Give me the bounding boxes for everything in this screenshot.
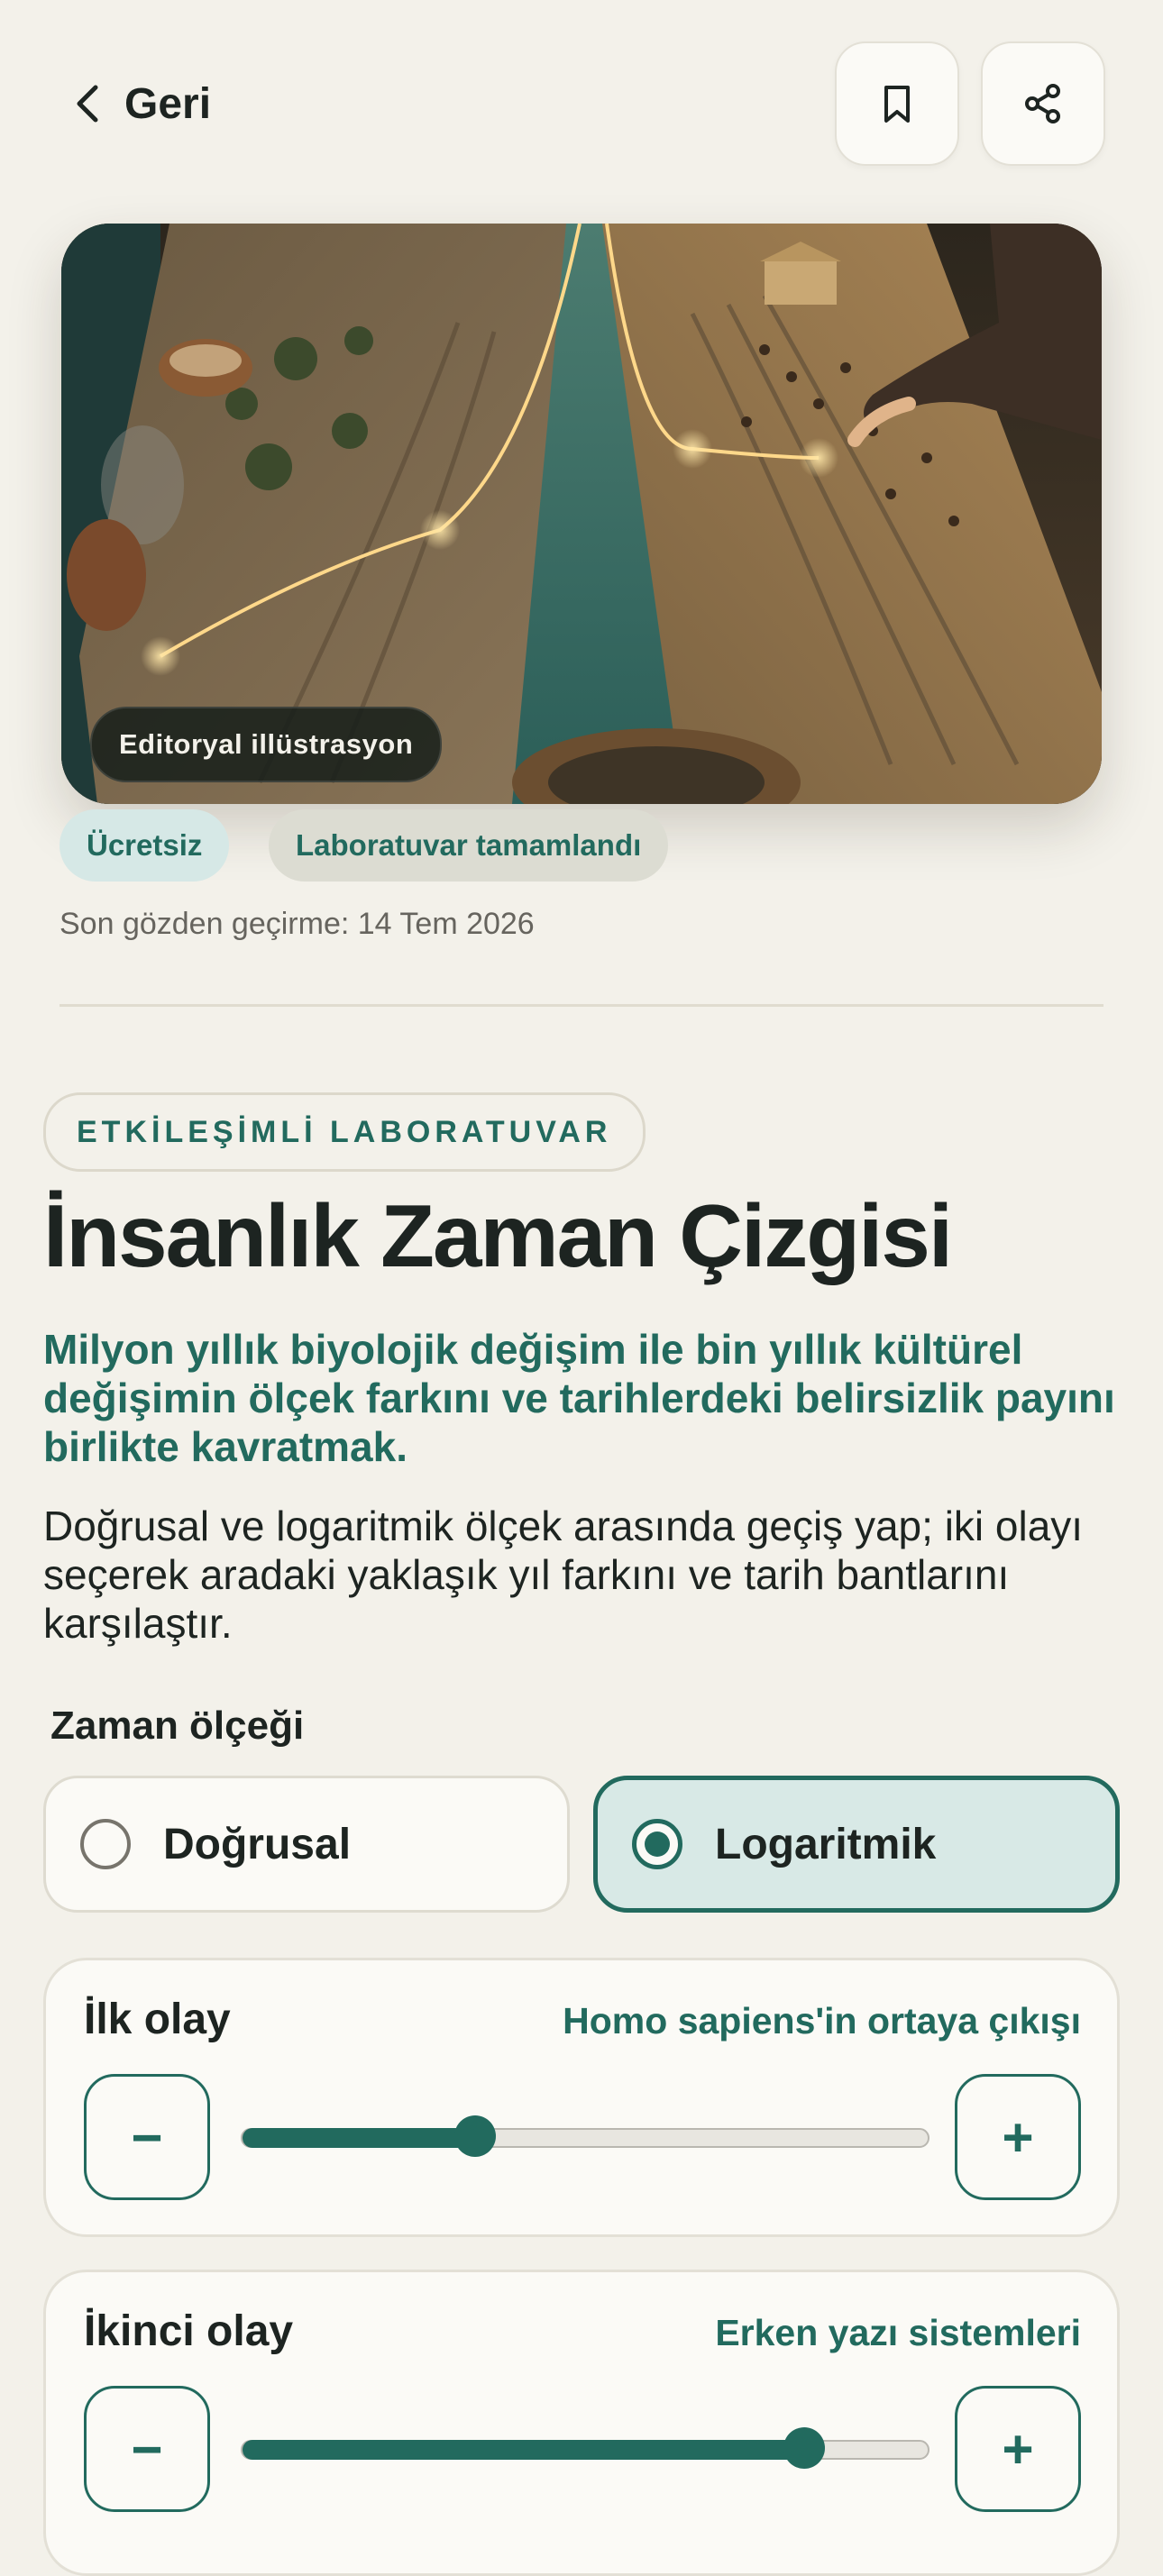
image-caption-tag: Editoryal illüstrasyon xyxy=(90,707,443,782)
slider-fill xyxy=(243,2128,476,2148)
first-event-increase-button[interactable]: + xyxy=(955,2074,1081,2200)
first-event-decrease-button[interactable]: − xyxy=(84,2074,210,2200)
description-text: Doğrusal ve logaritmik ölçek arasında ge… xyxy=(43,1503,1084,1647)
slider-thumb[interactable] xyxy=(454,2115,497,2157)
hero-illustration: Editoryal illüstrasyon xyxy=(61,224,1102,804)
scale-option-label: Logaritmik xyxy=(715,1820,937,1868)
badge-lab-completed: Laboratuvar tamamlandı xyxy=(269,809,669,882)
scale-option-logarithmic[interactable]: Logaritmik xyxy=(593,1776,1120,1913)
back-button[interactable]: Geri xyxy=(72,72,211,135)
back-label: Geri xyxy=(124,79,212,128)
slider-fill xyxy=(243,2440,805,2460)
first-event-heading: İlk olay xyxy=(84,1996,231,2043)
first-event-slider[interactable] xyxy=(241,2115,929,2157)
second-event-value: Erken yazı sistemleri xyxy=(715,2312,1081,2353)
badge-free: Ücretsiz xyxy=(60,809,230,882)
lead-text: Milyon yıllık biyolojik değişim ile bin … xyxy=(43,1326,1115,1470)
radio-unselected-icon xyxy=(80,1819,131,1869)
second-event-heading: İkinci olay xyxy=(84,2307,294,2355)
second-event-card: İkinci olay Erken yazı sistemleri − + xyxy=(43,2270,1120,2576)
slider-thumb[interactable] xyxy=(783,2427,826,2469)
share-icon xyxy=(1025,84,1060,123)
scale-option-linear[interactable]: Doğrusal xyxy=(43,1776,570,1913)
share-button[interactable] xyxy=(981,41,1105,166)
last-reviewed-date: Son gözden geçirme: 14 Tem 2026 xyxy=(60,907,535,941)
radio-selected-icon xyxy=(632,1819,682,1869)
scale-option-label: Doğrusal xyxy=(163,1820,352,1868)
chevron-left-icon xyxy=(77,85,98,123)
second-event-increase-button[interactable]: + xyxy=(955,2386,1081,2512)
second-event-decrease-button[interactable]: − xyxy=(84,2386,210,2512)
divider xyxy=(60,1004,1103,1007)
first-event-card: İlk olay Homo sapiens'in ortaya çıkışı −… xyxy=(43,1958,1120,2237)
second-event-slider[interactable] xyxy=(241,2427,929,2469)
bookmark-button[interactable] xyxy=(835,41,959,166)
page-title: İnsanlık Zaman Çizgisi xyxy=(43,1186,953,1285)
first-event-value: Homo sapiens'in ortaya çıkışı xyxy=(563,2000,1081,2042)
scale-label: Zaman ölçeği xyxy=(50,1704,305,1748)
section-eyebrow: ETKİLEŞİMLİ LABORATUVAR xyxy=(43,1092,646,1172)
bookmark-icon xyxy=(884,86,910,123)
